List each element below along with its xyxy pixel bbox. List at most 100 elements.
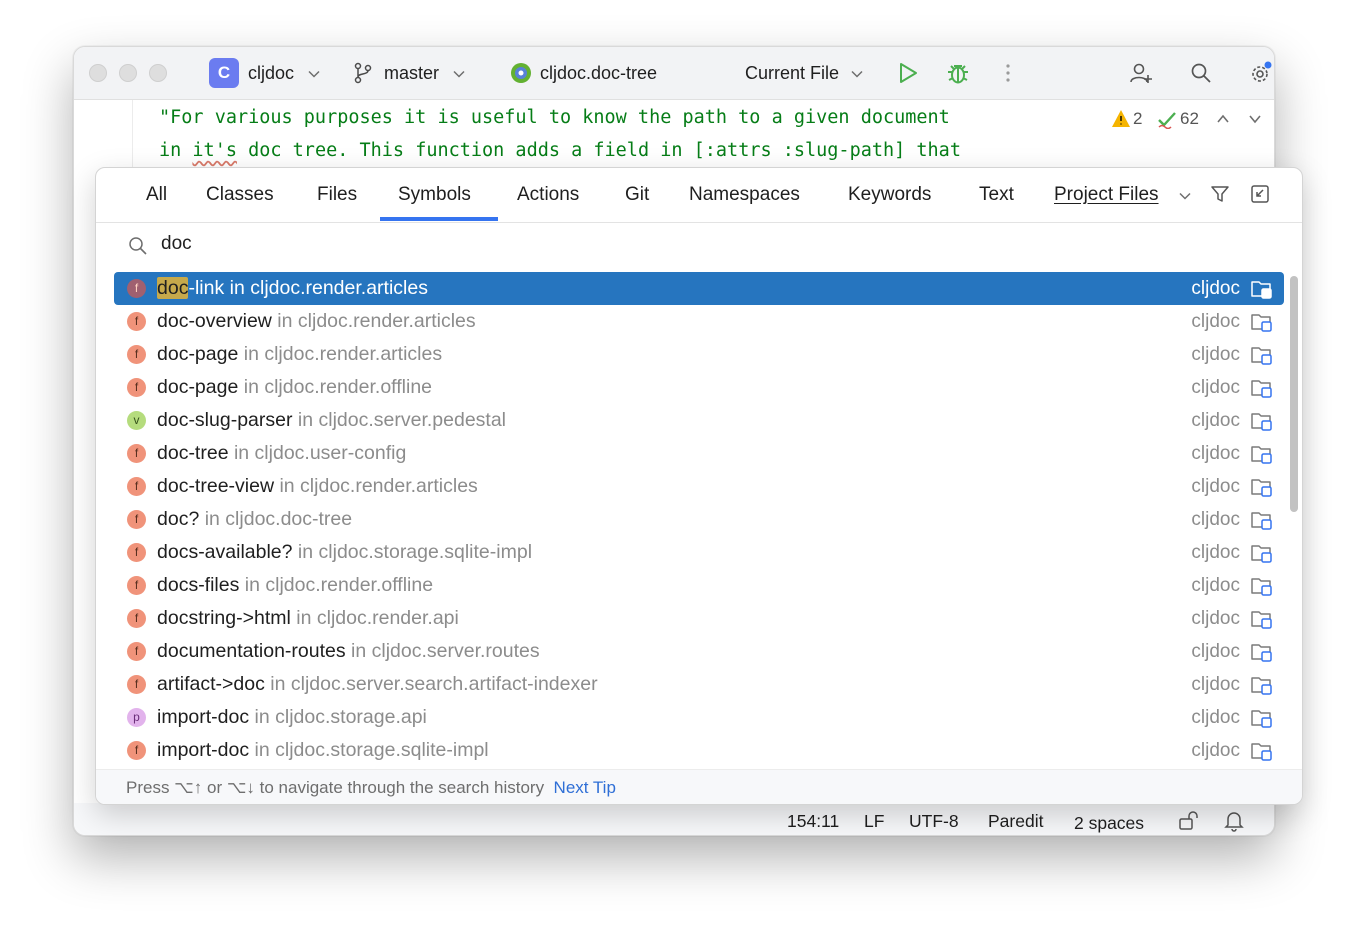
git-branch-icon (354, 62, 372, 84)
module-folder-icon (1250, 740, 1274, 767)
result-text: doc-tree in cljdoc.user-config (157, 442, 406, 465)
file-encoding[interactable]: UTF-8 (909, 811, 959, 832)
search-icon[interactable] (1190, 62, 1212, 84)
search-result-row[interactable]: f doc-tree-view in cljdoc.render.articles… (114, 470, 1284, 503)
chevron-down-icon[interactable] (850, 67, 864, 81)
tab-classes[interactable]: Classes (206, 184, 274, 206)
search-result-row[interactable]: f doc-overview in cljdoc.render.articles c… (114, 305, 1284, 338)
unlock-icon[interactable] (1178, 811, 1200, 831)
minimize-window-button[interactable] (119, 64, 137, 82)
search-result-row[interactable]: f doc-link in cljdoc.render.articles cljdo… (114, 272, 1284, 305)
active-tab-indicator (380, 217, 498, 221)
indent-setting[interactable]: 2 spaces (1074, 813, 1144, 834)
module-name: cljdoc (1191, 410, 1240, 431)
tab-keywords[interactable]: Keywords (848, 184, 931, 206)
search-input[interactable] (161, 233, 761, 255)
open-in-tool-window-icon[interactable] (1250, 184, 1270, 204)
chevron-down-icon[interactable] (307, 67, 321, 81)
search-result-row[interactable]: f docs-available? in cljdoc.storage.sqlit… (114, 536, 1284, 569)
warning-count[interactable]: 2 (1133, 109, 1142, 129)
structural-mode[interactable]: Paredit (988, 811, 1043, 832)
search-result-row[interactable]: f docs-files in cljdoc.render.offline cljd… (114, 569, 1284, 602)
code-line[interactable]: in it's doc tree. This function adds a f… (159, 140, 961, 161)
caret-position[interactable]: 154:11 (787, 811, 839, 832)
namespace-label: in cljdoc.storage.api (249, 706, 427, 728)
namespace-label: in cljdoc.render.articles (271, 310, 476, 332)
symbol-name: doc? (157, 508, 200, 530)
tab-files[interactable]: Files (317, 184, 357, 206)
project-badge[interactable]: C (209, 58, 239, 88)
module-name: cljdoc (1191, 674, 1240, 695)
branch-name[interactable]: master (384, 63, 439, 84)
module-name: cljdoc (1191, 641, 1240, 662)
more-options-icon[interactable] (1005, 63, 1011, 83)
module-folder-icon (1250, 410, 1274, 437)
status-bar: 154:11 LF UTF-8 Paredit 2 spaces (74, 803, 1274, 835)
next-tip-link[interactable]: Next Tip (554, 778, 616, 797)
close-window-button[interactable] (89, 64, 107, 82)
symbol-name: import-doc (157, 739, 250, 761)
tab-symbols[interactable]: Symbols (398, 184, 471, 206)
project-files-scope[interactable]: Project Files (1054, 184, 1159, 206)
run-config-selector[interactable]: Current File (745, 63, 839, 84)
module-name: cljdoc (1191, 377, 1240, 398)
check-count[interactable]: 62 (1180, 109, 1199, 129)
search-result-row[interactable]: v doc-slug-parser in cljdoc.server.pedest… (114, 404, 1284, 437)
zoom-window-button[interactable] (149, 64, 167, 82)
module-name: cljdoc (1191, 608, 1240, 629)
tips-footer: Press ⌥↑ or ⌥↓ to navigate through the s… (96, 769, 1302, 804)
run-icon[interactable] (897, 61, 919, 85)
kind-badge-f: f (127, 345, 146, 364)
search-result-row[interactable]: f docstring->html in cljdoc.render.api clj… (114, 602, 1284, 635)
kind-badge-f: f (127, 609, 146, 628)
search-result-row[interactable]: f import-doc in cljdoc.storage.sqlite-imp… (114, 734, 1284, 767)
title-bar: C cljdoc master cljdoc.doc-tree Current … (74, 47, 1274, 100)
search-result-row[interactable]: f doc-page in cljdoc.render.offline cljdoc (114, 371, 1284, 404)
tab-actions[interactable]: Actions (517, 184, 579, 206)
result-text: doc-overview in cljdoc.render.articles (157, 310, 476, 333)
code-fragment: in (159, 140, 193, 161)
kind-badge-f: f (127, 543, 146, 562)
tab-namespaces[interactable]: Namespaces (689, 184, 800, 206)
filter-icon[interactable] (1210, 184, 1230, 204)
namespace-label: in cljdoc.server.search.artifact-indexer (264, 673, 598, 695)
namespace-label: in cljdoc.server.pedestal (292, 409, 507, 431)
namespace-label: in cljdoc.user-config (228, 442, 407, 464)
module-folder-icon (1250, 377, 1274, 404)
kind-badge-f: f (127, 477, 146, 496)
typo-warning-word[interactable]: it's (192, 140, 237, 161)
current-file-name[interactable]: cljdoc.doc-tree (540, 63, 657, 84)
namespace-label: in cljdoc.storage.sqlite-impl (292, 541, 533, 563)
gear-icon[interactable] (1249, 61, 1273, 85)
line-ending[interactable]: LF (864, 811, 884, 832)
search-result-row[interactable]: f doc-tree in cljdoc.user-config cljdoc (114, 437, 1284, 470)
search-result-row[interactable]: f artifact->doc in cljdoc.server.search.a… (114, 668, 1284, 701)
chevron-down-icon[interactable] (1178, 189, 1192, 203)
code-line[interactable]: "For various purposes it is useful to kn… (159, 107, 950, 128)
debug-icon[interactable] (946, 60, 970, 86)
search-result-row[interactable]: f documentation-routes in cljdoc.server.r… (114, 635, 1284, 668)
namespace-label: in cljdoc.doc-tree (199, 508, 353, 530)
result-text: doc-page in cljdoc.render.articles (157, 343, 442, 366)
notifications-bell-icon[interactable] (1224, 810, 1244, 832)
warning-icon[interactable] (1111, 109, 1131, 128)
project-name[interactable]: cljdoc (248, 63, 294, 84)
tab-text[interactable]: Text (979, 184, 1014, 206)
check-icon[interactable] (1157, 111, 1177, 129)
search-result-row[interactable]: f doc? in cljdoc.doc-tree cljdoc (114, 503, 1284, 536)
module-name: cljdoc (1191, 278, 1240, 299)
chevron-up-icon[interactable] (1216, 113, 1230, 125)
search-result-row[interactable]: p import-doc in cljdoc.storage.api cljdoc (114, 701, 1284, 734)
tab-all[interactable]: All (146, 184, 167, 206)
add-user-icon[interactable] (1129, 61, 1153, 85)
chevron-down-icon[interactable] (452, 67, 466, 81)
symbol-name: docs-available? (157, 541, 293, 563)
results-scrollbar[interactable] (1290, 276, 1298, 512)
search-result-row[interactable]: f doc-page in cljdoc.render.articles cljdo… (114, 338, 1284, 371)
tab-git[interactable]: Git (625, 184, 649, 206)
result-text: artifact->doc in cljdoc.server.search.ar… (157, 673, 598, 696)
chevron-down-icon[interactable] (1248, 113, 1262, 125)
module-name: cljdoc (1191, 509, 1240, 530)
module-folder-icon (1250, 311, 1274, 338)
module-name: cljdoc (1191, 344, 1240, 365)
